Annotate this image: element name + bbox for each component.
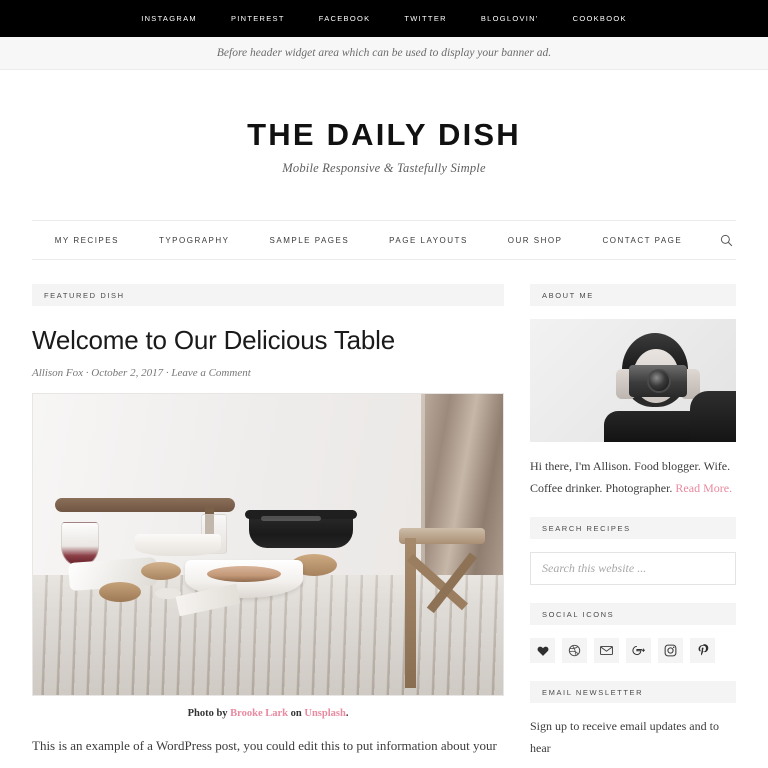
image-pot-highlight	[261, 516, 321, 522]
search-input[interactable]	[530, 552, 736, 586]
post-comments-link[interactable]: Leave a Comment	[171, 367, 250, 379]
photo-credit: Photo by Brooke Lark on Unsplash.	[32, 708, 504, 719]
post-date: October 2, 2017	[91, 367, 164, 380]
image-wine-glass	[61, 522, 99, 567]
site-tagline: Mobile Responsive & Tastefully Simple	[282, 161, 486, 176]
image-wooden-chair	[399, 518, 485, 695]
social-link-pinterest[interactable]	[690, 638, 715, 664]
credit-prefix: Photo by	[187, 708, 231, 720]
image-secondary-bowl	[135, 534, 221, 557]
email-newsletter-text: Sign up to receive email updates and to …	[530, 719, 719, 756]
featured-dish-section-label: FEATURED DISH	[32, 284, 504, 307]
topnav-item-bloglovin[interactable]: BLOGLOVIN'	[464, 14, 556, 23]
photo-camera-lens	[647, 369, 671, 394]
featured-post-image[interactable]	[32, 393, 504, 697]
photo-shoulder	[690, 391, 736, 443]
instagram-icon	[664, 645, 677, 657]
post-title[interactable]: Welcome to Our Delicious Table	[32, 325, 504, 356]
banner-ad-text: Before header widget area which can be u…	[216, 47, 552, 59]
search-icon	[721, 234, 733, 246]
main-navigation-wrapper: MY RECIPES TYPOGRAPHY SAMPLE PAGES PAGE …	[32, 220, 736, 261]
main-navigation: MY RECIPES TYPOGRAPHY SAMPLE PAGES PAGE …	[32, 221, 736, 259]
widget-search-recipes: SEARCH RECIPES	[530, 517, 736, 586]
google-plus-icon	[631, 646, 645, 656]
dribbble-icon	[568, 645, 581, 657]
widget-social-icons: SOCIAL ICONS	[530, 603, 736, 664]
nav-item-our-shop[interactable]: OUR SHOP	[488, 236, 583, 245]
main-content-column: FEATURED DISH Welcome to Our Delicious T…	[32, 284, 504, 768]
heart-icon	[537, 646, 548, 656]
topnav-item-twitter[interactable]: TWITTER	[387, 14, 463, 23]
post-body-text: This is an example of a WordPress post, …	[32, 738, 497, 754]
top-navigation-bar: INSTAGRAM PINTEREST FACEBOOK TWITTER BLO…	[0, 0, 768, 37]
social-link-bloglovin[interactable]	[530, 638, 555, 664]
nav-item-sample-pages[interactable]: SAMPLE PAGES	[250, 236, 370, 245]
site-header: THE DAILY DISH Mobile Responsive & Taste…	[0, 70, 768, 221]
about-me-photo	[530, 319, 736, 443]
widget-about-me: ABOUT ME Hi there, I'm Allison. Food blo…	[530, 284, 736, 499]
topnav-item-instagram[interactable]: INSTAGRAM	[124, 14, 214, 23]
search-toggle-button[interactable]	[702, 234, 733, 247]
nav-item-my-recipes[interactable]: MY RECIPES	[35, 236, 139, 245]
credit-suffix: .	[345, 708, 349, 720]
top-navigation-menu: INSTAGRAM PINTEREST FACEBOOK TWITTER BLO…	[124, 14, 644, 23]
post-author[interactable]: Allison Fox	[32, 367, 83, 379]
social-link-google-plus[interactable]	[626, 638, 651, 664]
nav-item-typography[interactable]: TYPOGRAPHY	[139, 236, 250, 245]
sidebar: ABOUT ME Hi there, I'm Allison. Food blo…	[530, 284, 736, 768]
search-recipes-title: SEARCH RECIPES	[530, 517, 736, 540]
topnav-item-cookbook[interactable]: COOKBOOK	[556, 14, 644, 23]
before-header-widget-area: Before header widget area which can be u…	[0, 37, 768, 70]
topnav-item-facebook[interactable]: FACEBOOK	[302, 14, 388, 23]
social-icons-row	[530, 638, 736, 664]
about-me-title: ABOUT ME	[530, 284, 736, 307]
page-layout: FEATURED DISH Welcome to Our Delicious T…	[0, 260, 768, 768]
topnav-item-pinterest[interactable]: PINTEREST	[214, 14, 302, 23]
nav-item-page-layouts[interactable]: PAGE LAYOUTS	[369, 236, 488, 245]
about-read-more-link[interactable]: Read More.	[675, 481, 732, 495]
credit-source-link[interactable]: Unsplash	[304, 708, 345, 719]
about-me-text: Hi there, I'm Allison. Food blogger. Wif…	[530, 455, 736, 499]
widget-email-newsletter: EMAIL NEWSLETTER Sign up to receive emai…	[530, 681, 736, 759]
email-newsletter-title: EMAIL NEWSLETTER	[530, 681, 736, 704]
social-link-dribbble[interactable]	[562, 638, 587, 664]
social-icons-title: SOCIAL ICONS	[530, 603, 736, 626]
site-title[interactable]: THE DAILY DISH	[0, 117, 768, 152]
social-link-email[interactable]	[594, 638, 619, 664]
email-icon	[600, 646, 613, 656]
credit-author-link[interactable]: Brooke Lark	[230, 708, 288, 719]
post-meta: Allison Fox · October 2, 2017 · Leave a …	[32, 367, 504, 379]
nav-item-contact-page[interactable]: CONTACT PAGE	[582, 236, 702, 245]
pinterest-icon	[698, 644, 708, 656]
social-link-instagram[interactable]	[658, 638, 683, 664]
credit-middle: on	[288, 708, 305, 720]
